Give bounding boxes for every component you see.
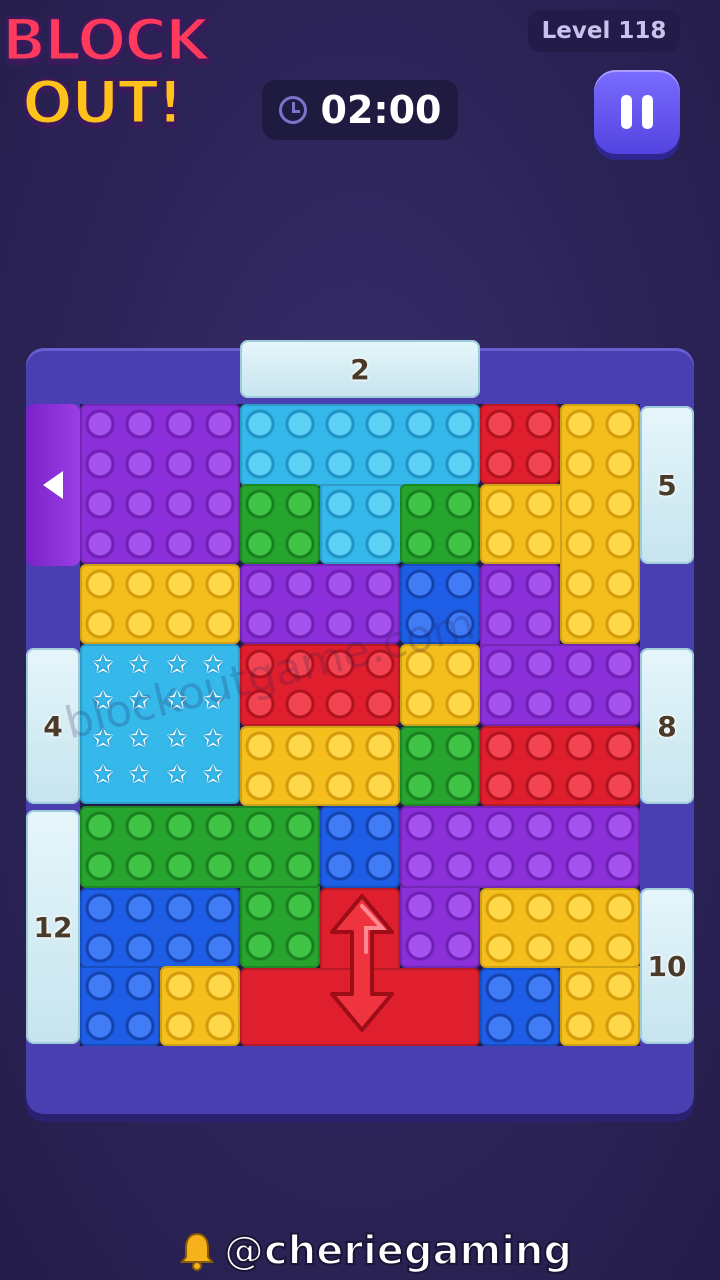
block-purple-t-stem[interactable] (400, 886, 480, 968)
gate-count-right-lower: 10 (647, 949, 687, 983)
timer-text: 02:00 (320, 88, 442, 132)
block-yellow[interactable] (240, 726, 400, 806)
game-logo: BLOCK OUT! (0, 0, 270, 150)
exit-gate-left-lower: 12 (26, 810, 80, 1044)
block-purple-l-base[interactable] (480, 644, 640, 726)
bell-icon (180, 1232, 214, 1271)
block-green-small[interactable] (400, 484, 480, 564)
block-lightblue-stem[interactable] (320, 484, 402, 564)
logo-text-out: OUT! (20, 67, 185, 140)
pause-icon-bar (642, 95, 653, 129)
star-icon: ✩ (202, 760, 224, 790)
block-green-l-stem[interactable] (240, 886, 320, 968)
creator-handle: @cheriegaming (223, 1227, 573, 1275)
timer: 02:00 (262, 80, 458, 140)
block-blue-small[interactable] (480, 968, 560, 1046)
gate-count-left-lower: 12 (33, 910, 73, 944)
gate-count-top: 2 (350, 352, 370, 386)
star-icon: ✩ (92, 760, 114, 790)
star-icon: ✩ (166, 724, 188, 754)
exit-gate-right-upper: 5 (640, 406, 694, 564)
star-icon: ✩ (202, 724, 224, 754)
star-icon: ✩ (128, 650, 150, 680)
block-blue-l-stem[interactable] (80, 966, 160, 1046)
block-green-small[interactable] (240, 484, 320, 564)
triangle-left-icon (43, 471, 63, 499)
clock-icon (278, 96, 307, 124)
block-yellow[interactable] (80, 564, 240, 644)
block-blue-small[interactable] (320, 806, 400, 888)
star-icon: ✩ (166, 760, 188, 790)
block-red-small[interactable] (480, 404, 560, 484)
block-lightblue-top[interactable] (240, 404, 480, 486)
star-icon: ✩ (92, 650, 114, 680)
exit-gate-left-purple (26, 404, 80, 566)
footer-credit: @cheriegaming (180, 1227, 573, 1275)
pause-icon (621, 95, 632, 129)
pause-button[interactable] (594, 70, 680, 154)
block-yellow-l[interactable] (480, 888, 640, 968)
up-down-arrow-icon (330, 894, 394, 1032)
block-yellow-arm[interactable] (480, 484, 562, 564)
block-yellow-small[interactable] (160, 966, 240, 1046)
block-purple[interactable] (80, 404, 240, 564)
block-red[interactable] (480, 726, 640, 806)
block-green-small[interactable] (400, 726, 480, 806)
logo-text-block: BLOCK (1, 5, 212, 76)
block-yellow-tall[interactable] (560, 404, 640, 644)
exit-gate-right-middle: 8 (640, 648, 694, 804)
block-blue-l[interactable] (80, 888, 240, 968)
gate-count-right-middle: 8 (657, 709, 677, 743)
gate-count-right-upper: 5 (657, 468, 677, 502)
block-green-l[interactable] (80, 806, 320, 888)
star-icon: ✩ (128, 760, 150, 790)
exit-gate-top: 2 (240, 340, 480, 398)
block-purple-t[interactable] (400, 806, 640, 888)
level-badge: Level 118 (528, 10, 680, 52)
block-yellow-l-stem[interactable] (560, 966, 640, 1046)
gate-count-left-middle: 4 (43, 709, 63, 743)
exit-gate-right-lower: 10 (640, 888, 694, 1044)
